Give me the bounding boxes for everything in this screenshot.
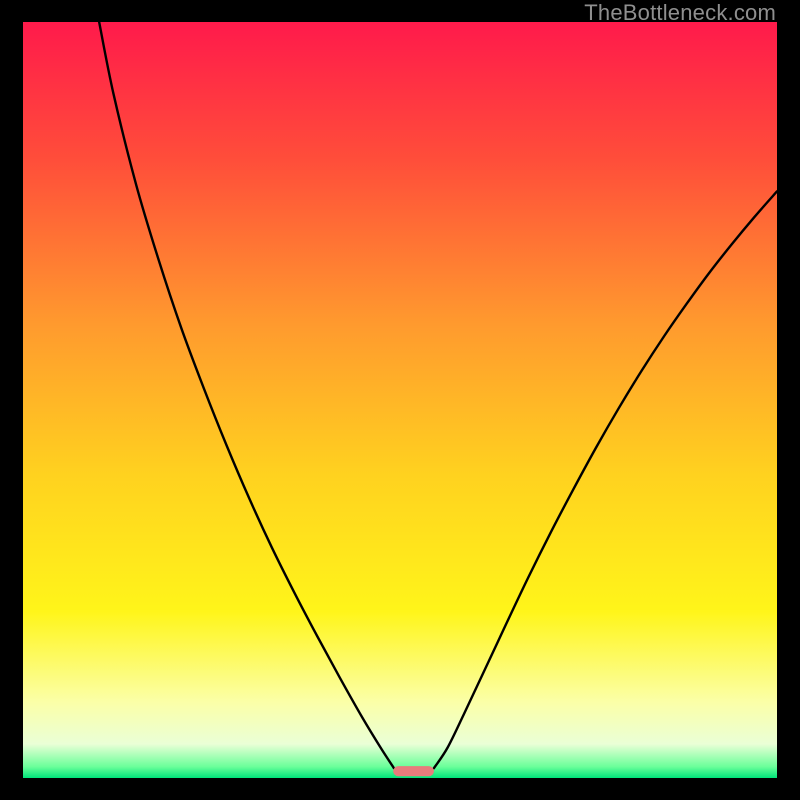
bottleneck-chart — [23, 22, 777, 778]
bottom-marker-pill — [393, 766, 434, 776]
chart-frame — [23, 22, 777, 778]
watermark-text: TheBottleneck.com — [584, 0, 776, 26]
gradient-background — [23, 22, 777, 778]
